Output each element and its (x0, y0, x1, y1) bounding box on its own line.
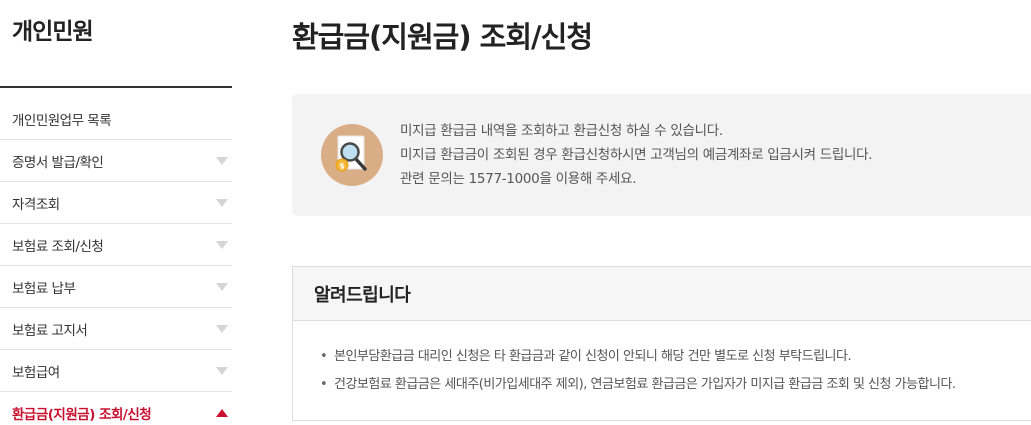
sidebar-item-label: 환급금(지원금) 조회/신청 (12, 407, 152, 423)
sidebar-item-label: 보험급여 (12, 364, 60, 381)
info-line: 관련 문의는 1577-1000을 이용해 주세요. (400, 171, 637, 187)
sidebar-item-certificates[interactable]: 증명서 발급/확인 (0, 140, 232, 182)
page-title: 환급금(지원금) 조회/신청 (292, 20, 593, 54)
sidebar-item-label: 보험료 납부 (12, 280, 76, 297)
notice-item: • 본인부담환급금 대리인 신청은 타 환급금과 같이 신청이 안되니 해당 건만… (320, 343, 1031, 371)
search-document-coin-icon: $ (321, 124, 383, 186)
sidebar-item-premium-notice[interactable]: 보험료 고지서 (0, 308, 232, 350)
notice-item: • 건강보험료 환급금은 세대주(비가입세대주 제외), 연금보험료 환급금은 가… (320, 371, 1031, 399)
sidebar-divider (0, 86, 232, 88)
sidebar-item-label: 개인민원업무 목록 (12, 112, 112, 129)
bullet: • (320, 349, 328, 364)
info-box: $ 미지급 환급금 내역을 조회하고 환급신청 하실 수 있습니다. 미지급 환… (292, 94, 1031, 216)
svg-text:$: $ (339, 162, 345, 171)
notice-title: 알려드립니다 (293, 267, 1031, 321)
info-line: 미지급 환급금 내역을 조회하고 환급신청 하실 수 있습니다. (400, 123, 723, 139)
sidebar-item-label: 보험료 고지서 (12, 322, 88, 339)
notice-item-text: 건강보험료 환급금은 세대주(비가입세대주 제외), 연금보험료 환급금은 가입… (334, 377, 956, 392)
triangle-down-icon (216, 366, 228, 375)
sidebar-title: 개인민원 (12, 19, 94, 45)
triangle-down-icon (216, 282, 228, 291)
info-line: 미지급 환급금이 조회된 경우 환급신청하시면 고객님의 예금계좌로 입금시켜 … (400, 147, 873, 163)
triangle-up-icon (216, 409, 228, 417)
sidebar-item-civil-service-list[interactable]: 개인민원업무 목록 (0, 98, 232, 140)
sidebar-item-label: 보험료 조회/신청 (12, 238, 104, 255)
sidebar-item-label: 증명서 발급/확인 (12, 154, 104, 171)
sidebar-item-eligibility[interactable]: 자격조회 (0, 182, 232, 224)
sidebar-item-premium-inquiry[interactable]: 보험료 조회/신청 (0, 224, 232, 266)
notice-item-text: 본인부담환급금 대리인 신청은 타 환급금과 같이 신청이 안되니 해당 건만 … (334, 349, 852, 364)
sidebar-item-premium-payment[interactable]: 보험료 납부 (0, 266, 232, 308)
notice-box: 알려드립니다 • 본인부담환급금 대리인 신청은 타 환급금과 같이 신청이 안되… (292, 266, 1031, 421)
sidebar-item-label: 자격조회 (12, 196, 60, 213)
triangle-down-icon (216, 198, 228, 207)
triangle-down-icon (216, 324, 228, 333)
sidebar-item-refund[interactable]: 환급금(지원금) 조회/신청 (0, 392, 232, 425)
sidebar-menu: 개인민원업무 목록 증명서 발급/확인 자격조회 보험료 조회/신청 보험료 납… (0, 98, 232, 425)
bullet: • (320, 377, 328, 392)
sidebar: 개인민원 개인민원업무 목록 증명서 발급/확인 자격조회 보험료 조회/신청 … (0, 0, 232, 425)
triangle-down-icon (216, 240, 228, 249)
notice-list: • 본인부담환급금 대리인 신청은 타 환급금과 같이 신청이 안되니 해당 건만… (293, 321, 1031, 399)
sidebar-item-insurance-benefits[interactable]: 보험급여 (0, 350, 232, 392)
triangle-down-icon (216, 156, 228, 165)
info-description: 미지급 환급금 내역을 조회하고 환급신청 하실 수 있습니다. 미지급 환급금… (400, 119, 873, 191)
